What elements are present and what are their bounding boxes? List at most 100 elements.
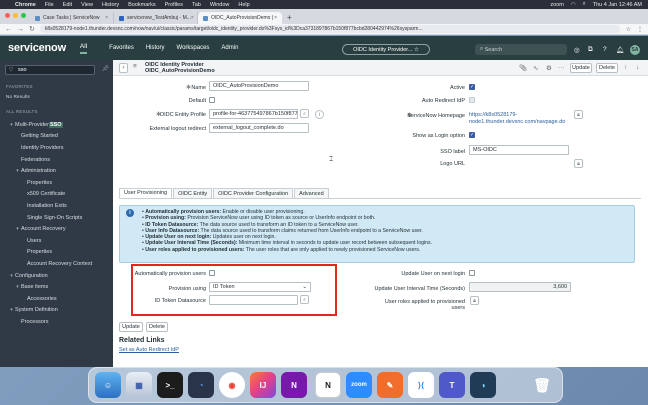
launchpad-icon[interactable]: ▦: [126, 372, 152, 398]
filter-input[interactable]: ▽ sso: [5, 65, 95, 75]
provision-using-select[interactable]: ID Token ⌄: [209, 282, 311, 292]
nav-item[interactable]: Federations: [0, 154, 113, 166]
logout-redirect-input[interactable]: external_logout_complete.do: [209, 123, 309, 133]
menu-help[interactable]: Help: [238, 2, 249, 8]
vscode-icon[interactable]: ⟩⟨: [408, 372, 434, 398]
nav-item[interactable]: Accessories: [0, 293, 113, 305]
scope-icon[interactable]: ◎: [574, 46, 580, 54]
lock-icon[interactable]: 🔒︎: [574, 159, 583, 168]
admin-menu[interactable]: Admin: [221, 45, 238, 51]
nav-item[interactable]: Users: [0, 235, 113, 247]
postman-icon[interactable]: ✎: [377, 372, 403, 398]
form-menu-icon[interactable]: ≡: [133, 63, 137, 70]
nav-item[interactable]: Account Recovery Context: [0, 258, 113, 270]
menu-history[interactable]: History: [102, 2, 119, 8]
minimize-window-icon[interactable]: [13, 13, 18, 18]
update-button-bottom[interactable]: Update: [119, 322, 143, 332]
menu-chrome[interactable]: Chrome: [15, 2, 36, 8]
nav-item[interactable]: ▾ Account Recovery: [0, 223, 113, 235]
menu-view[interactable]: View: [81, 2, 93, 8]
zoom-status-icon[interactable]: zoom: [550, 2, 563, 8]
global-search[interactable]: ⌕ Search: [475, 44, 567, 55]
reload-icon[interactable]: ↻: [29, 25, 35, 33]
onenote-icon[interactable]: N: [281, 372, 307, 398]
show-login-checkbox[interactable]: [469, 132, 475, 138]
close-window-icon[interactable]: [5, 13, 10, 18]
prev-record-icon[interactable]: ↑: [624, 64, 627, 71]
browser-tab[interactable]: servicenow_TestAmbuj - M... ×: [114, 12, 198, 24]
delete-button[interactable]: Delete: [596, 63, 618, 73]
zoom-window-icon[interactable]: [21, 13, 26, 18]
sidebar-icon[interactable]: ⧉: [588, 46, 593, 54]
trash-icon[interactable]: 🗑︎: [529, 372, 555, 398]
notion-icon[interactable]: N: [315, 372, 341, 398]
notifications-icon[interactable]: 🔔︎: [616, 46, 624, 54]
history-menu[interactable]: History: [146, 45, 165, 51]
menu-file[interactable]: File: [45, 2, 54, 8]
lasso-icon[interactable]: ◔: [188, 372, 214, 398]
menu-profiles[interactable]: Profiles: [165, 2, 183, 8]
help-icon[interactable]: ?: [603, 46, 607, 53]
nav-item[interactable]: Processors: [0, 316, 113, 328]
clock[interactable]: Thu 4 Jan 12:46 AM: [593, 2, 642, 8]
workspaces-menu[interactable]: Workspaces: [177, 45, 210, 51]
lookup-search-icon[interactable]: ⌕: [300, 109, 309, 118]
sso-label-input[interactable]: MS-OIDC: [469, 145, 569, 155]
auto-provision-checkbox[interactable]: [209, 270, 215, 276]
name-input[interactable]: OIDC_AutoProvisionDemo: [209, 81, 309, 91]
nav-item[interactable]: Properties: [0, 247, 113, 259]
close-tab-icon[interactable]: ×: [274, 15, 277, 21]
nav-item[interactable]: ▾ System Definition: [0, 305, 113, 317]
nav-item[interactable]: Installation Exits: [0, 200, 113, 212]
terminal-icon[interactable]: >_: [157, 372, 183, 398]
auto-redirect-checkbox[interactable]: [469, 97, 475, 103]
preview-icon[interactable]: ◑: [470, 372, 496, 398]
lock-icon[interactable]: 🔒︎: [574, 110, 583, 119]
id-token-datasource-input[interactable]: [209, 295, 298, 305]
nav-item[interactable]: ▾ Configuration: [0, 270, 113, 282]
update-next-login-checkbox[interactable]: [469, 270, 475, 276]
nav-item[interactable]: Properties: [0, 177, 113, 189]
back-button[interactable]: ‹: [119, 63, 128, 73]
forward-icon[interactable]: →: [17, 26, 24, 33]
browser-tab-active[interactable]: OIDC_AutoProvisionDemo | ×: [198, 12, 282, 24]
default-checkbox[interactable]: [209, 97, 215, 103]
update-button[interactable]: Update: [570, 63, 592, 73]
lookup-search-icon[interactable]: ⌕: [300, 295, 309, 304]
finder-icon[interactable]: ☺: [95, 372, 121, 398]
servicenow-logo[interactable]: servicenow: [8, 42, 66, 54]
lock-icon[interactable]: 🔒︎: [470, 296, 479, 305]
attachment-icon[interactable]: 📎︎: [519, 64, 527, 72]
close-tab-icon[interactable]: ×: [191, 15, 194, 21]
update-interval-input[interactable]: 3,600: [469, 282, 571, 292]
active-checkbox[interactable]: [469, 84, 475, 90]
nav-item[interactable]: x509 Certificate: [0, 189, 113, 201]
teams-icon[interactable]: T: [439, 372, 465, 398]
pin-icon[interactable]: 📌︎: [102, 66, 109, 72]
nav-item[interactable]: Single Sign-On Scripts: [0, 212, 113, 224]
wifi-icon[interactable]: ◠: [571, 2, 576, 8]
entity-profile-input[interactable]: profile-for-463775497867b150f877: [209, 109, 298, 119]
bookmark-star-icon[interactable]: ☆: [626, 26, 631, 33]
zoom-icon[interactable]: zoom: [346, 372, 372, 398]
menu-bookmarks[interactable]: Bookmarks: [128, 2, 156, 8]
context-pill[interactable]: OIDC Identity Provider... ☆: [342, 44, 430, 55]
url-field[interactable]: k8s0528179-node1.thunder.devsnc.com/now/…: [39, 25, 620, 33]
favorites-menu[interactable]: Favorites: [109, 45, 134, 51]
delete-button-bottom[interactable]: Delete: [146, 322, 168, 332]
intellij-icon[interactable]: IJ: [250, 372, 276, 398]
info-icon[interactable]: i: [315, 110, 324, 119]
browser-tab[interactable]: Case Tasks | ServiceNow ×: [30, 12, 114, 24]
more-options-icon[interactable]: ···: [558, 64, 565, 71]
new-tab-icon[interactable]: +: [287, 13, 292, 22]
chrome-icon[interactable]: ◉: [219, 372, 245, 398]
next-record-icon[interactable]: ↓: [636, 64, 639, 71]
homepage-value-line2[interactable]: node1.thunder.devsnc.com/navpage.do: [469, 119, 565, 125]
activity-icon[interactable]: ∿: [533, 64, 538, 72]
avatar[interactable]: SA: [630, 45, 640, 55]
nav-item[interactable]: ▾ Multi-Provider SSO: [0, 119, 113, 131]
menu-edit[interactable]: Edit: [63, 2, 72, 8]
back-icon[interactable]: ←: [5, 26, 12, 33]
homepage-value[interactable]: https://k8s0528179-: [469, 112, 517, 118]
nav-item[interactable]: ▾ Base items: [0, 281, 113, 293]
